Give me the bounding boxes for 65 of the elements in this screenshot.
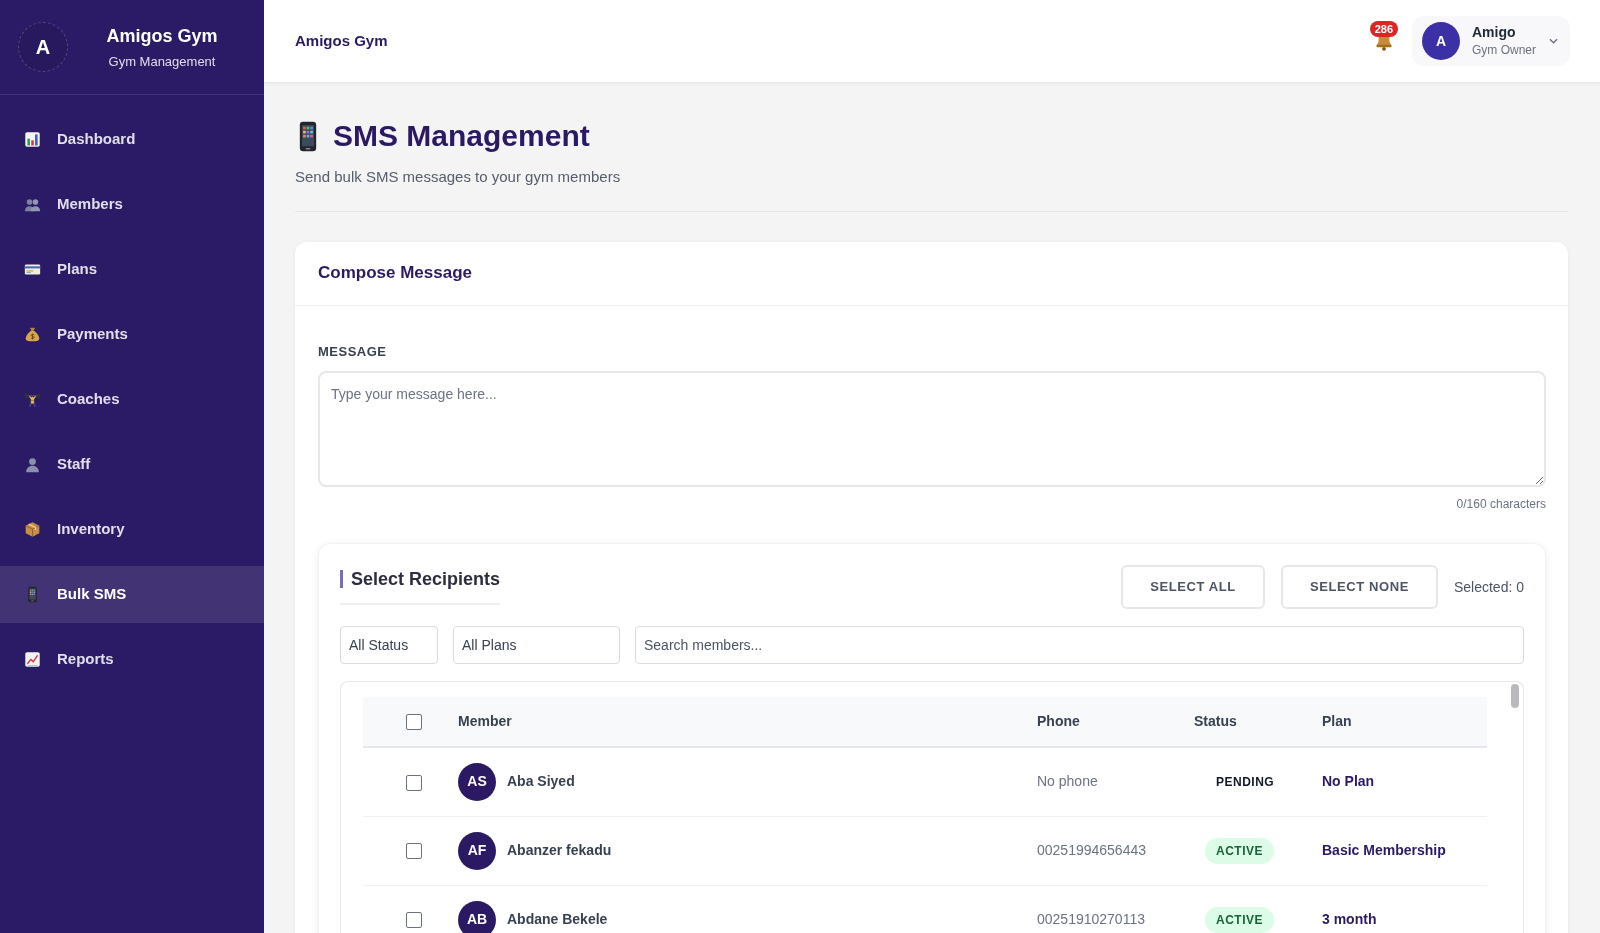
nav-item[interactable]: Reports (0, 631, 264, 688)
plan-name: No Plan (1322, 773, 1375, 790)
column-header: Phone (1037, 713, 1080, 729)
page-title: SMS Management (333, 118, 590, 154)
bar-chart-icon (24, 131, 41, 148)
brand-name: Amigos Gym (105, 24, 219, 47)
row-checkbox[interactable] (406, 843, 422, 860)
weightlifter-icon (24, 391, 41, 408)
member-avatar: AB (458, 900, 496, 933)
member-phone: 00251910270113 (1037, 911, 1145, 927)
line-chart-icon (24, 651, 41, 668)
money-bag-icon (24, 326, 41, 343)
member-name: Aba Siyed (507, 772, 575, 792)
package-icon (24, 521, 41, 538)
brand-subtitle: Gym Management (107, 53, 217, 70)
notification-count: 286 (1369, 21, 1398, 37)
member-name: Abanzer fekadu (507, 841, 612, 860)
member-phone: No phone (1037, 773, 1098, 790)
message-field[interactable]: Type your message here... (318, 371, 1546, 487)
nav-item[interactable]: Dashboard (0, 111, 264, 168)
column-header: Plan (1322, 713, 1352, 729)
column-header: Member (458, 713, 512, 729)
row-checkbox[interactable] (406, 912, 422, 929)
member-name: Abdane Bekele (507, 910, 608, 929)
nav-item[interactable]: Bulk SMS (0, 566, 264, 623)
row-checkbox[interactable] (406, 774, 422, 791)
chevron-down-icon (1549, 38, 1558, 44)
credit-card-icon (24, 261, 41, 278)
status-filter[interactable]: All Status (340, 626, 438, 664)
column-header: Status (1194, 713, 1237, 729)
mobile-phone-icon (299, 120, 317, 152)
plan-name: Basic Membership (1322, 842, 1446, 858)
person-icon (24, 456, 41, 473)
nav-item[interactable]: Payments (0, 306, 264, 363)
user-menu[interactable]: A Amigo Gym Owner (1412, 16, 1570, 66)
plan-filter[interactable]: All Plans (453, 626, 620, 664)
nav-item[interactable]: Inventory (0, 501, 264, 558)
character-counter: 0/160 characters (1455, 497, 1546, 512)
logo: A (18, 22, 68, 72)
people-icon (24, 196, 41, 213)
member-avatar: AF (458, 831, 496, 870)
member-phone: 00251994656443 (1037, 842, 1146, 858)
nav-item[interactable]: Members (0, 176, 264, 233)
user-name: Amigo (1472, 24, 1517, 41)
plan-name: 3 month (1322, 911, 1377, 927)
field-label: MESSAGE (318, 344, 388, 360)
scrollbar-thumb[interactable] (1511, 684, 1519, 708)
nav-item[interactable]: Coaches (0, 371, 264, 428)
nav-item[interactable]: Plans (0, 241, 264, 298)
status-badge: ACTIVE (1205, 906, 1274, 933)
select-all-checkbox[interactable] (406, 714, 422, 731)
select-none-button[interactable]: SELECT NONE (1280, 565, 1438, 609)
page-subtitle: Send bulk SMS messages to your gym members (295, 167, 622, 187)
search-field[interactable]: Search members... (635, 626, 1524, 664)
user-avatar: A (1422, 22, 1460, 60)
member-avatar: AS (458, 762, 496, 801)
user-role: Gym Owner (1472, 43, 1536, 58)
card-title: Compose Message (318, 263, 472, 284)
topbar-title: Amigos Gym (295, 30, 388, 51)
select-all-button[interactable]: SELECT ALL (1121, 565, 1265, 609)
nav-item[interactable]: Staff (0, 436, 264, 493)
section-title: Select Recipients (340, 569, 501, 588)
selected-count: Selected: 0 (1453, 577, 1524, 597)
status-label: PENDING (1215, 773, 1276, 791)
status-badge: ACTIVE (1205, 837, 1274, 864)
